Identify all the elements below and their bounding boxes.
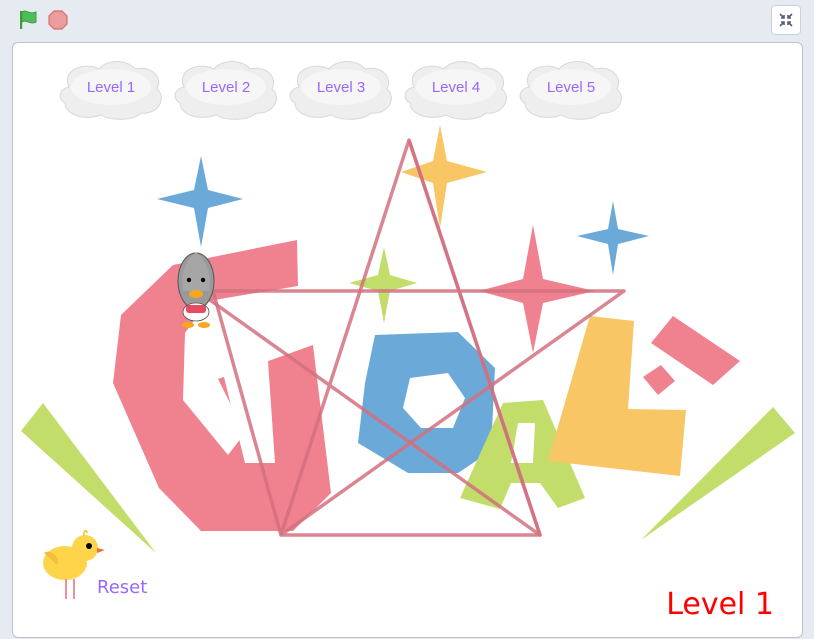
letter-g <box>113 240 331 531</box>
stage: Level 1 Level 2 Level 3 Level 4 Level 5 … <box>12 42 803 638</box>
pink-sparkle <box>479 225 595 353</box>
level-3-label: Level 3 <box>316 79 366 96</box>
current-level-label: Level 1 <box>666 587 774 622</box>
level-4-button[interactable]: Level 4 <box>400 57 512 121</box>
chick-sprite[interactable] <box>43 529 105 599</box>
blue-sparkle-right <box>577 201 649 275</box>
letter-o <box>358 332 495 473</box>
blue-sparkle-left <box>157 156 243 247</box>
level-1-label: Level 1 <box>86 79 136 96</box>
stop-button[interactable] <box>47 9 69 31</box>
green-flag-icon <box>20 10 37 29</box>
level-2-button[interactable]: Level 2 <box>170 57 282 121</box>
player-toolbar <box>0 0 814 40</box>
level-1-button[interactable]: Level 1 <box>55 57 167 121</box>
green-flag-button[interactable] <box>17 9 41 31</box>
green-sparkle <box>349 247 417 323</box>
exclamation-dot <box>643 365 675 395</box>
stop-sign-icon <box>48 10 68 30</box>
exit-fullscreen-button[interactable] <box>771 5 801 35</box>
reset-button[interactable]: Reset <box>97 577 147 598</box>
exit-fullscreen-icon <box>779 13 793 27</box>
level-4-label: Level 4 <box>431 79 481 96</box>
level-5-button[interactable]: Level 5 <box>515 57 627 121</box>
goal-backdrop <box>21 125 795 599</box>
level-3-button[interactable]: Level 3 <box>285 57 397 121</box>
level-5-label: Level 5 <box>546 79 596 96</box>
level-2-label: Level 2 <box>201 79 251 96</box>
yellow-sparkle <box>401 125 487 228</box>
